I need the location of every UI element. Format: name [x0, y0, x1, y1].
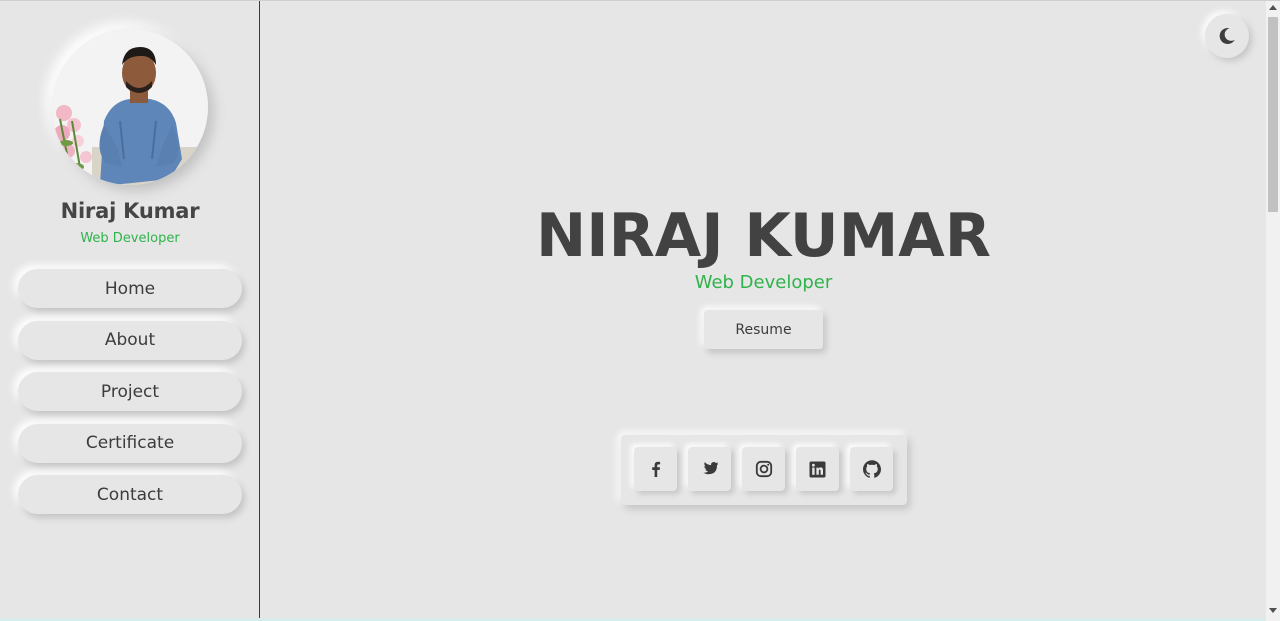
sidebar-role: Web Developer: [80, 231, 180, 246]
hero-subtitle: Web Developer: [694, 272, 833, 293]
nav-item-home[interactable]: Home: [18, 269, 242, 308]
twitter-link[interactable]: [688, 447, 731, 491]
instagram-link[interactable]: [742, 447, 785, 491]
facebook-icon: [651, 461, 660, 477]
nav-item-about[interactable]: About: [18, 320, 242, 360]
scroll-down-arrow-icon[interactable]: [1269, 608, 1277, 613]
twitter-icon: [702, 462, 718, 475]
main-content: NIRAJ KUMAR Web Developer Resume: [261, 1, 1266, 618]
linkedin-icon: [809, 461, 826, 477]
github-link[interactable]: [850, 447, 893, 491]
sidebar: Niraj Kumar Web Developer Home About Pro…: [0, 1, 260, 619]
scroll-up-arrow-icon[interactable]: [1269, 5, 1277, 10]
nav-item-contact[interactable]: Contact: [18, 475, 242, 514]
social-links: [621, 435, 907, 505]
github-icon: [862, 460, 881, 478]
theme-toggle-button[interactable]: [1205, 14, 1249, 58]
hero-title: NIRAJ KUMAR: [536, 201, 991, 271]
profile-photo: [52, 29, 208, 185]
moon-icon: [1219, 27, 1235, 44]
linkedin-link[interactable]: [796, 447, 839, 491]
vertical-scrollbar[interactable]: [1266, 1, 1280, 621]
sidebar-nav: Home About Project Certificate Contact: [18, 269, 242, 527]
avatar: [52, 29, 208, 185]
nav-item-project[interactable]: Project: [18, 372, 242, 411]
instagram-icon: [755, 460, 772, 478]
nav-item-certificate[interactable]: Certificate: [18, 423, 242, 463]
sidebar-name: Niraj Kumar: [60, 199, 200, 223]
facebook-link[interactable]: [634, 447, 677, 491]
resume-button[interactable]: Resume: [704, 310, 823, 349]
scrollbar-thumb[interactable]: [1268, 17, 1278, 212]
